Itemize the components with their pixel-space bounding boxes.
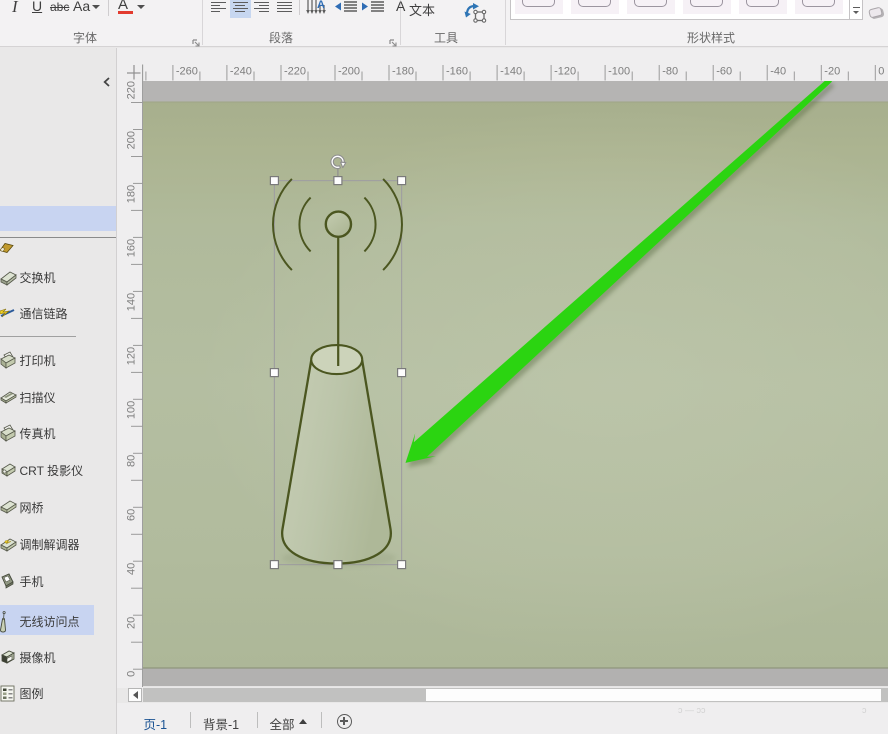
svg-text:A: A — [317, 0, 325, 11]
